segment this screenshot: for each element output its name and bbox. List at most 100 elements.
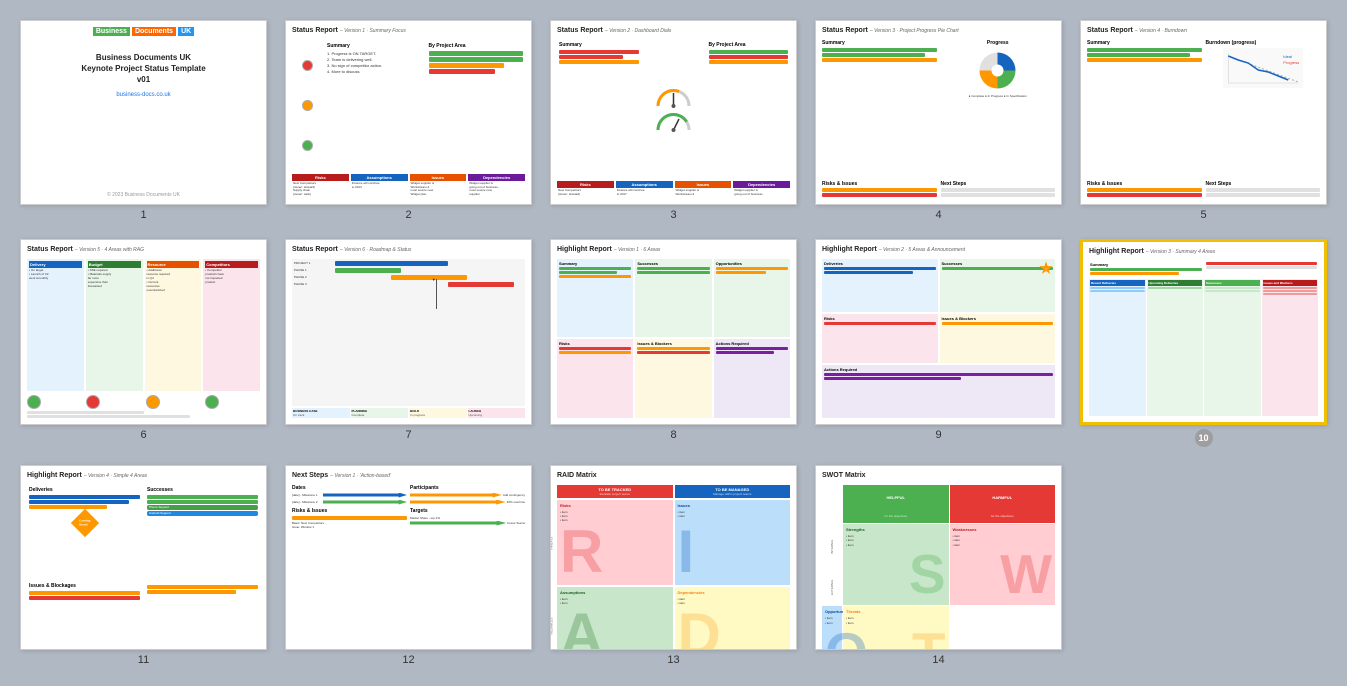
slide-12[interactable]: Next Steps – Version 1 · 'Action-based' …: [285, 465, 532, 650]
slide-11[interactable]: Highlight Report – Version 4 · Simple 4 …: [20, 465, 267, 650]
slide-2-subtitle: – Version 1 · Summary Focus: [340, 28, 406, 34]
slide-wrapper-11: Highlight Report – Version 4 · Simple 4 …: [20, 465, 267, 666]
logo-uk: UK: [178, 27, 194, 36]
slide-2[interactable]: Status Report – Version 1 · Summary Focu…: [285, 20, 532, 205]
risks-5: Risks & Issues: [1087, 181, 1202, 198]
slide-number-badge-10: 10: [1195, 429, 1213, 447]
slide-wrapper-1: Business Documents UK Business Documents…: [20, 20, 267, 221]
recent-deliveries: Recent Deliveries: [1089, 279, 1146, 415]
slide-9-subtitle: – Version 2 · 5 Areas & Announcement: [879, 247, 965, 253]
summary-10: Summary: [1089, 261, 1203, 277]
slide-14[interactable]: SWOT Matrix HELPFULfor the objectives HA…: [815, 465, 1062, 650]
status-grid: BUSINESS CASEOn track PLANNINGComplete B…: [292, 408, 525, 418]
risks-cell-9: Risks: [822, 314, 938, 363]
market-10: [1205, 261, 1319, 277]
slide-14-title: SWOT Matrix: [822, 472, 866, 479]
slide-7-subtitle: – Version 6 · Roadmap & Status: [340, 247, 412, 253]
slide-number-11: 11: [138, 654, 149, 666]
slide-6[interactable]: Status Report – Version 5 · 4 Areas with…: [20, 239, 267, 424]
slide-number-13: 13: [667, 654, 679, 666]
slide-number-12: 12: [402, 654, 414, 666]
slide-wrapper-10: Highlight Report – Version 3 · Summary 4…: [1080, 239, 1327, 446]
assumptions-quadrant: Assumptions • item• item A: [557, 587, 673, 650]
slide-3-subtitle: – Version 2 · Dashboard Dials: [605, 28, 672, 34]
svg-text:Ideal: Ideal: [1283, 54, 1292, 59]
logo: Business Documents UK: [93, 27, 194, 36]
slide-7[interactable]: Status Report – Version 6 · Roadmap & St…: [285, 239, 532, 424]
summary-section: Summary: [822, 40, 937, 179]
issues-quadrant: Issues • item• item I: [675, 500, 791, 586]
successes-cell: Successes: [635, 259, 711, 337]
rag-1: [27, 395, 41, 409]
rag-col: [292, 41, 322, 170]
rag-4: [205, 395, 219, 409]
slide-wrapper-6: Status Report – Version 5 · 4 Areas with…: [20, 239, 267, 446]
slide-grid: Business Documents UK Business Documents…: [20, 20, 1327, 666]
slide-number-6: 6: [140, 429, 146, 441]
slide-link: business-docs.co.uk: [116, 92, 170, 98]
risks-cell: Risks: [557, 339, 633, 417]
slide-10-footer: 10: [1195, 429, 1213, 447]
risks-11: [145, 581, 260, 643]
progress-section: Progress ● Complete ● In Progress ● In S…: [941, 40, 1056, 179]
slide-13[interactable]: RAID Matrix TO BE TRACKED Escalate proje…: [550, 465, 797, 650]
slide-2-title: Status Report: [292, 27, 338, 34]
dials-center: [644, 40, 704, 179]
slide-wrapper-2: Status Report – Version 1 · Summary Focu…: [285, 20, 532, 221]
slide-10-title: Highlight Report: [1089, 248, 1144, 255]
slide-wrapper-4: Status Report – Version 3 · Project Prog…: [815, 20, 1062, 221]
threats: Threats • item• item T: [843, 606, 949, 650]
actions-cell: Actions Required: [714, 339, 790, 417]
slide-6-subtitle: – Version 5 · 4 Areas with RAG: [75, 247, 144, 253]
slide-1[interactable]: Business Documents UK Business Documents…: [20, 20, 267, 205]
logo-business: Business: [93, 27, 130, 36]
summary-cell: Summary: [557, 259, 633, 337]
rag-3: [146, 395, 160, 409]
slide-5-subtitle: – Version 4 · Burndown: [1135, 28, 1187, 34]
slide-title: Business Documents UKKeynote Project Sta…: [81, 52, 205, 86]
opportunities: Opportunities • item• item O: [822, 606, 842, 650]
risks-quadrant: Risks • item• item• item R: [557, 500, 673, 586]
slide-4-subtitle: – Version 3 · Project Progress Pie Chart: [870, 28, 959, 34]
slide-3-title: Status Report: [557, 27, 603, 34]
slide-number-2: 2: [405, 209, 411, 221]
competitors-col: Competitors • Competitorproducts havenot…: [203, 259, 260, 390]
resource-col: Resource • Additionalresource requiredin…: [145, 259, 202, 390]
issues-10: Issues and Blockers: [1262, 279, 1319, 415]
slide-wrapper-5: Status Report – Version 4 · Burndown Sum…: [1080, 20, 1327, 221]
bottom-4col: Risks New Competitors(owner: Howard)Supp…: [292, 174, 525, 199]
slide-6-title: Status Report: [27, 246, 73, 253]
slide-10-subtitle: – Version 3 · Summary 4 Areas: [1146, 249, 1215, 255]
summary-col: Summary 1. Progress is ON TARGET.2. Team…: [325, 41, 424, 170]
slide-9[interactable]: Highlight Report – Version 2 · 5 Areas &…: [815, 239, 1062, 424]
slide-11-title: Highlight Report: [27, 472, 82, 479]
slide-number-9: 9: [935, 429, 941, 441]
next-steps-5: Next Steps: [1206, 181, 1321, 198]
slide-5[interactable]: Status Report – Version 4 · Burndown Sum…: [1080, 20, 1327, 205]
slide-4-title: Status Report: [822, 27, 868, 34]
slide-4[interactable]: Status Report – Version 3 · Project Prog…: [815, 20, 1062, 205]
slide-10[interactable]: Highlight Report – Version 3 · Summary 4…: [1080, 239, 1327, 424]
successes-cell-9: Successes !: [940, 259, 1056, 312]
slide-number-1: 1: [140, 209, 146, 221]
slide-8[interactable]: Highlight Report – Version 1 · 6 Areas S…: [550, 239, 797, 424]
dates-col: Dates [date] - Milestone 1 [date] - Mile…: [292, 485, 407, 643]
summary-left: Summary: [557, 40, 641, 179]
slide-5-title: Status Report: [1087, 27, 1133, 34]
slide-9-title: Highlight Report: [822, 246, 877, 253]
slide-3[interactable]: Status Report – Version 2 · Dashboard Di…: [550, 20, 797, 205]
slide-8-title: Highlight Report: [557, 246, 612, 253]
by-project-col: By Project Area: [427, 41, 526, 170]
roadmap-chart: PROJECT 1 PHASE 1 PHASE 2: [292, 259, 525, 405]
slide-11-subtitle: – Version 4 · Simple 4 Areas: [84, 473, 147, 479]
participants-col: Participants Add contingency 30% overtim…: [410, 485, 525, 643]
slide-wrapper-14: SWOT Matrix HELPFULfor the objectives HA…: [815, 465, 1062, 666]
slide-wrapper-12: Next Steps – Version 1 · 'Action-based' …: [285, 465, 532, 666]
strengths: Strengths • item• item• item S: [843, 524, 949, 606]
weaknesses: Weaknesses • item• item• item W: [950, 524, 1056, 606]
dependencies-quadrant: Dependencies • item• item D: [675, 587, 791, 650]
summary-section-5: Summary: [1087, 40, 1202, 179]
slide-wrapper-7: Status Report – Version 6 · Roadmap & St…: [285, 239, 532, 446]
upcoming-deliveries: Upcoming Deliveries: [1147, 279, 1204, 415]
svg-text:Progress: Progress: [1283, 60, 1299, 65]
